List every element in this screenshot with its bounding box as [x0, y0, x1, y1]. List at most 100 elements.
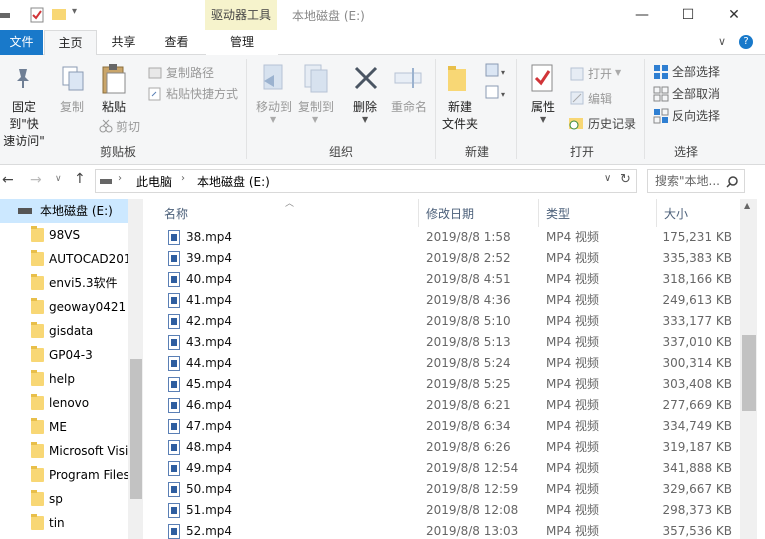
nav-item-folder[interactable]: sp: [0, 487, 128, 511]
nav-item-folder[interactable]: Microsoft Visi: [0, 439, 128, 463]
drive-icon[interactable]: [0, 10, 10, 20]
paste-button[interactable]: 粘贴: [97, 99, 131, 116]
properties-dropdown-icon[interactable]: ▼: [540, 115, 546, 124]
column-header-date[interactable]: 修改日期: [426, 205, 474, 222]
edit-icon[interactable]: [570, 91, 584, 105]
history-icon[interactable]: [568, 115, 584, 131]
properties-icon[interactable]: [530, 63, 556, 93]
properties-quick-icon[interactable]: [30, 7, 44, 23]
copy-to-icon[interactable]: [302, 63, 332, 95]
table-row[interactable]: 43.mp4 2019/8/8 5:13 MP4 视频 337,010 KB: [148, 332, 748, 353]
nav-item-folder[interactable]: AUTOCAD201: [0, 247, 128, 271]
select-all-button[interactable]: 全部选择: [672, 63, 720, 80]
nav-item-folder[interactable]: geoway0421: [0, 295, 128, 319]
paste-icon[interactable]: [100, 63, 128, 95]
scissors-icon[interactable]: [99, 119, 113, 133]
breadcrumb-this-pc[interactable]: 此电脑: [136, 173, 172, 190]
breadcrumb-chevron-icon[interactable]: ›: [118, 173, 122, 184]
select-none-icon[interactable]: [653, 86, 669, 102]
table-row[interactable]: 39.mp4 2019/8/8 2:52 MP4 视频 335,383 KB: [148, 248, 748, 269]
table-row[interactable]: 40.mp4 2019/8/8 4:51 MP4 视频 318,166 KB: [148, 269, 748, 290]
address-dropdown-icon[interactable]: ∨: [604, 173, 611, 184]
table-row[interactable]: 49.mp4 2019/8/8 12:54 MP4 视频 341,888 KB: [148, 458, 748, 479]
rename-button[interactable]: 重命名: [387, 99, 431, 116]
pin-quick-access-button[interactable]: 固定到"快 速访问": [0, 99, 48, 150]
table-row[interactable]: 47.mp4 2019/8/8 6:34 MP4 视频 334,749 KB: [148, 416, 748, 437]
table-row[interactable]: 41.mp4 2019/8/8 4:36 MP4 视频 249,613 KB: [148, 290, 748, 311]
tab-manage[interactable]: 管理: [206, 30, 278, 55]
column-header-type[interactable]: 类型: [546, 205, 570, 222]
address-bar[interactable]: › 此电脑 › 本地磁盘 (E:) ∨ ↻: [95, 169, 637, 193]
table-row[interactable]: 42.mp4 2019/8/8 5:10 MP4 视频 333,177 KB: [148, 311, 748, 332]
copy-button[interactable]: 复制: [56, 99, 88, 116]
breadcrumb-chevron-icon[interactable]: ›: [181, 173, 185, 184]
table-row[interactable]: 38.mp4 2019/8/8 1:58 MP4 视频 175,231 KB: [148, 227, 748, 248]
pin-icon[interactable]: [12, 67, 34, 89]
scroll-up-icon[interactable]: ▲: [744, 201, 750, 210]
refresh-icon[interactable]: ↻: [620, 172, 631, 187]
rename-icon[interactable]: [393, 65, 423, 91]
recent-locations-icon[interactable]: ∨: [55, 174, 62, 184]
breadcrumb-drive-e[interactable]: 本地磁盘 (E:): [197, 173, 270, 190]
nav-item-folder[interactable]: lenovo: [0, 391, 128, 415]
tab-home[interactable]: 主页: [44, 30, 97, 56]
nav-item-folder[interactable]: tin: [0, 511, 128, 535]
nav-item-folder[interactable]: envi5.3软件: [0, 271, 128, 295]
nav-item-folder[interactable]: Program Files: [0, 463, 128, 487]
invert-selection-icon[interactable]: [653, 108, 669, 124]
select-none-button[interactable]: 全部取消: [672, 85, 720, 102]
nav-item-drive-e[interactable]: 本地磁盘 (E:): [0, 199, 143, 223]
maximize-button[interactable]: ☐: [665, 0, 711, 30]
open-icon[interactable]: [570, 67, 584, 81]
nav-item-folder[interactable]: help: [0, 367, 128, 391]
new-item-icon[interactable]: ▾: [485, 63, 509, 79]
open-dropdown-icon[interactable]: ▼: [615, 68, 621, 77]
copy-to-button[interactable]: 复制到: [296, 99, 336, 116]
table-row[interactable]: 46.mp4 2019/8/8 6:21 MP4 视频 277,669 KB: [148, 395, 748, 416]
copy-path-button[interactable]: 复制路径: [166, 64, 214, 81]
table-row[interactable]: 50.mp4 2019/8/8 12:59 MP4 视频 329,667 KB: [148, 479, 748, 500]
new-folder-button[interactable]: 新建 文件夹: [437, 99, 483, 133]
back-arrow-icon[interactable]: ←: [2, 172, 14, 188]
table-row[interactable]: 45.mp4 2019/8/8 5:25 MP4 视频 303,408 KB: [148, 374, 748, 395]
table-row[interactable]: 48.mp4 2019/8/8 6:26 MP4 视频 319,187 KB: [148, 437, 748, 458]
nav-item-folder[interactable]: 98VS: [0, 223, 128, 247]
invert-selection-button[interactable]: 反向选择: [672, 107, 720, 124]
nav-item-folder[interactable]: GP04-3: [0, 343, 128, 367]
edit-button[interactable]: 编辑: [588, 90, 612, 107]
easy-access-icon[interactable]: ▾: [485, 85, 509, 101]
nav-scrollbar-thumb[interactable]: [130, 359, 142, 499]
new-folder-quick-icon[interactable]: [52, 7, 66, 21]
delete-button[interactable]: 删除: [350, 99, 380, 116]
copy-icon[interactable]: [61, 65, 85, 93]
nav-item-folder[interactable]: gisdata: [0, 319, 128, 343]
up-arrow-icon[interactable]: ↑: [74, 171, 86, 187]
minimize-button[interactable]: —: [619, 0, 665, 30]
help-icon[interactable]: ?: [739, 35, 753, 49]
new-folder-icon[interactable]: [446, 63, 472, 93]
select-all-icon[interactable]: [653, 64, 669, 80]
close-button[interactable]: ✕: [711, 0, 757, 30]
copy-to-dropdown-icon[interactable]: ▼: [312, 115, 318, 124]
table-row[interactable]: 52.mp4 2019/8/8 13:03 MP4 视频 357,536 KB: [148, 521, 748, 539]
column-divider[interactable]: [656, 199, 657, 227]
paste-shortcut-button[interactable]: 粘贴快捷方式: [166, 85, 238, 102]
column-divider[interactable]: [538, 199, 539, 227]
cut-button[interactable]: 剪切: [116, 118, 140, 135]
nav-item-folder[interactable]: ME: [0, 415, 128, 439]
column-header-size[interactable]: 大小: [664, 205, 688, 222]
delete-dropdown-icon[interactable]: ▼: [362, 115, 368, 124]
table-row[interactable]: 51.mp4 2019/8/8 12:08 MP4 视频 298,373 KB: [148, 500, 748, 521]
copy-path-icon[interactable]: [148, 67, 162, 79]
delete-icon[interactable]: [353, 65, 379, 91]
paste-shortcut-icon[interactable]: [148, 87, 162, 101]
move-to-button[interactable]: 移动到: [254, 99, 294, 116]
column-divider[interactable]: [418, 199, 419, 227]
open-button[interactable]: 打开: [588, 65, 612, 82]
customize-quick-access-icon[interactable]: ▾: [72, 6, 77, 17]
search-icon[interactable]: [726, 176, 738, 188]
tab-view[interactable]: 查看: [150, 30, 203, 55]
tab-share[interactable]: 共享: [97, 30, 150, 55]
table-row[interactable]: 44.mp4 2019/8/8 5:24 MP4 视频 300,314 KB: [148, 353, 748, 374]
move-to-dropdown-icon[interactable]: ▼: [270, 115, 276, 124]
